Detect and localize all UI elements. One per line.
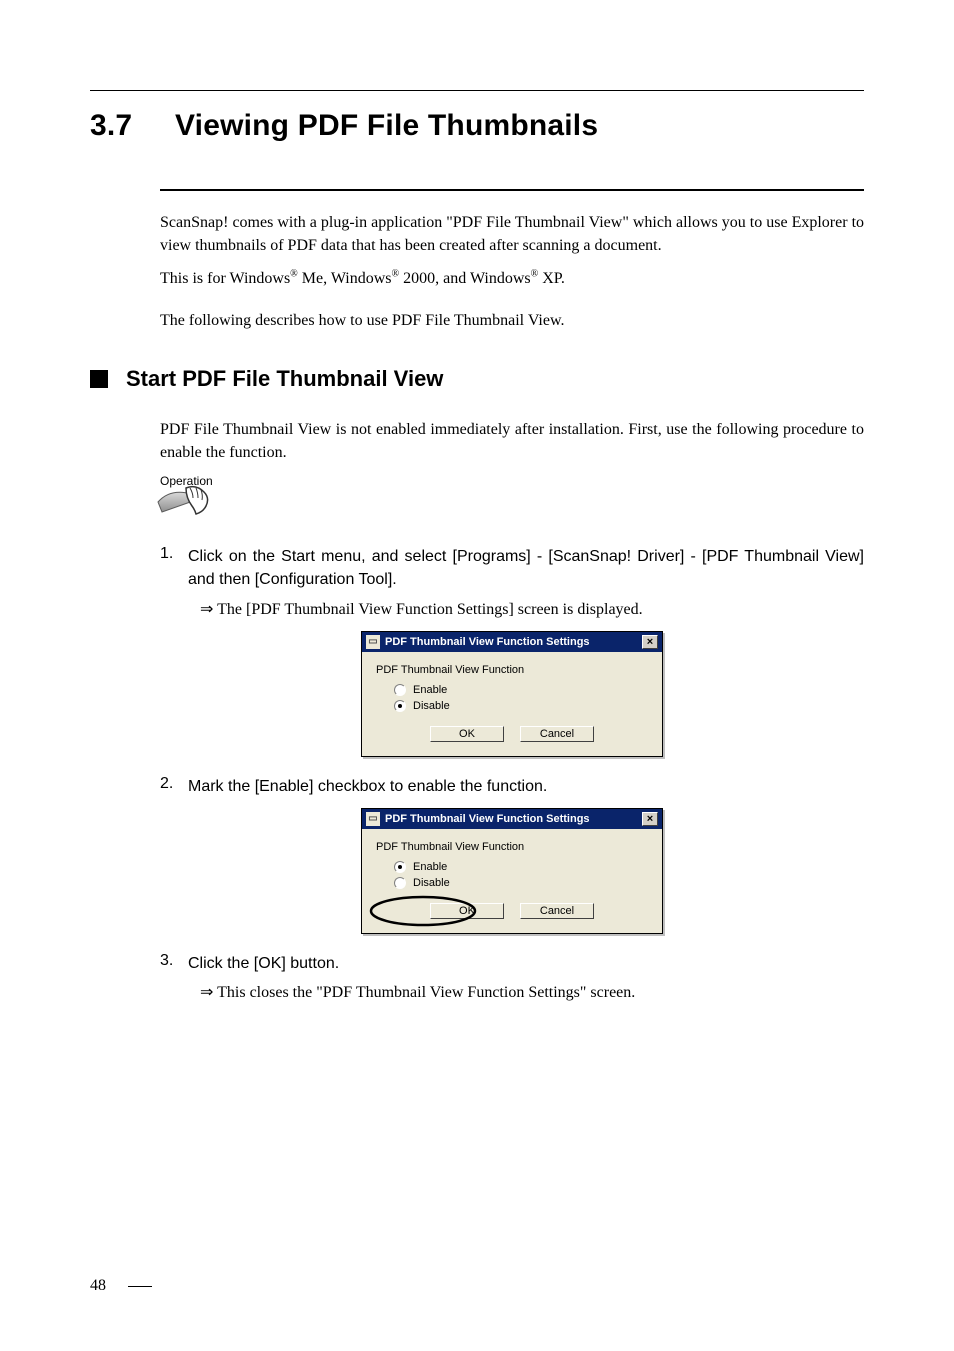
app-icon: ▭ xyxy=(366,635,380,649)
step-text: Click on the Start menu, and select [Pro… xyxy=(188,545,864,591)
ok-button[interactable]: OK xyxy=(430,903,504,919)
intro-2-mid1: Me, Windows xyxy=(298,270,392,287)
group-label: PDF Thumbnail View Function xyxy=(376,664,648,676)
step-3-result: ⇒ This closes the "PDF Thumbnail View Fu… xyxy=(200,981,864,1004)
intro-paragraph-1: ScanSnap! comes with a plug-in applicati… xyxy=(160,211,864,257)
radio-enable[interactable] xyxy=(394,684,406,696)
settings-dialog-1: ▭ PDF Thumbnail View Function Settings ×… xyxy=(361,631,663,757)
close-icon[interactable]: × xyxy=(642,812,658,826)
radio-enable-row[interactable]: Enable xyxy=(394,684,648,696)
radio-enable-label: Enable xyxy=(413,861,447,873)
section-title: Viewing PDF File Thumbnails xyxy=(175,109,598,142)
step-number: 3. xyxy=(160,952,188,975)
intro-2-suffix: XP. xyxy=(538,270,565,287)
result-arrow-icon: ⇒ xyxy=(200,601,213,618)
step-number: 1. xyxy=(160,545,188,591)
square-bullet-icon xyxy=(90,370,108,388)
reg-mark-1: ® xyxy=(290,269,298,280)
step-1-result: ⇒ The [PDF Thumbnail View Function Setti… xyxy=(200,598,864,621)
group-label: PDF Thumbnail View Function xyxy=(376,841,648,853)
radio-enable-label: Enable xyxy=(413,684,447,696)
dialog-titlebar[interactable]: ▭ PDF Thumbnail View Function Settings × xyxy=(362,632,662,652)
settings-dialog-2: ▭ PDF Thumbnail View Function Settings ×… xyxy=(361,808,663,934)
step-3: 3. Click the [OK] button. xyxy=(160,952,864,975)
radio-disable-label: Disable xyxy=(413,700,450,712)
intro-paragraph-3: The following describes how to use PDF F… xyxy=(160,309,864,332)
page-number-rule xyxy=(128,1286,152,1287)
step-text: Mark the [Enable] checkbox to enable the… xyxy=(188,775,547,798)
section-rule xyxy=(160,189,864,191)
section-number: 3.7 xyxy=(90,109,132,142)
reg-mark-2: ® xyxy=(392,269,400,280)
app-icon: ▭ xyxy=(366,812,380,826)
mouse-hand-icon xyxy=(156,482,864,531)
subsection-heading-row: Start PDF File Thumbnail View xyxy=(90,366,864,392)
step-text: Click the [OK] button. xyxy=(188,952,339,975)
radio-disable-row[interactable]: Disable xyxy=(394,877,648,889)
page-number-value: 48 xyxy=(90,1277,106,1294)
close-icon[interactable]: × xyxy=(642,635,658,649)
cancel-button[interactable]: Cancel xyxy=(520,726,594,742)
intro-paragraph-2: This is for Windows® Me, Windows® 2000, … xyxy=(160,267,864,290)
radio-disable-label: Disable xyxy=(413,877,450,889)
intro-1a: ScanSnap! comes with a plug-in applicati… xyxy=(160,214,788,231)
radio-disable[interactable] xyxy=(394,700,406,712)
ok-button[interactable]: OK xyxy=(430,726,504,742)
header-rule xyxy=(90,90,864,91)
section-heading: 3.7 Viewing PDF File Thumbnails xyxy=(90,109,864,143)
radio-enable-row[interactable]: Enable xyxy=(394,861,648,873)
cancel-button[interactable]: Cancel xyxy=(520,903,594,919)
step-1: 1. Click on the Start menu, and select [… xyxy=(160,545,864,591)
dialog-title: PDF Thumbnail View Function Settings xyxy=(385,636,642,648)
radio-disable[interactable] xyxy=(394,877,406,889)
page-number: 48 xyxy=(90,1277,152,1295)
step-2: 2. Mark the [Enable] checkbox to enable … xyxy=(160,775,864,798)
radio-enable[interactable] xyxy=(394,861,406,873)
intro-2-mid2: 2000, and Windows xyxy=(399,270,531,287)
subsection-body: PDF File Thumbnail View is not enabled i… xyxy=(160,418,864,464)
result-text: The [PDF Thumbnail View Function Setting… xyxy=(217,601,643,618)
intro-2-prefix: This is for Windows xyxy=(160,270,290,287)
result-text: This closes the "PDF Thumbnail View Func… xyxy=(217,984,635,1001)
radio-disable-row[interactable]: Disable xyxy=(394,700,648,712)
result-arrow-icon: ⇒ xyxy=(200,984,213,1001)
step-number: 2. xyxy=(160,775,188,798)
dialog-titlebar[interactable]: ▭ PDF Thumbnail View Function Settings × xyxy=(362,809,662,829)
dialog-title: PDF Thumbnail View Function Settings xyxy=(385,813,642,825)
subsection-heading: Start PDF File Thumbnail View xyxy=(126,366,443,392)
